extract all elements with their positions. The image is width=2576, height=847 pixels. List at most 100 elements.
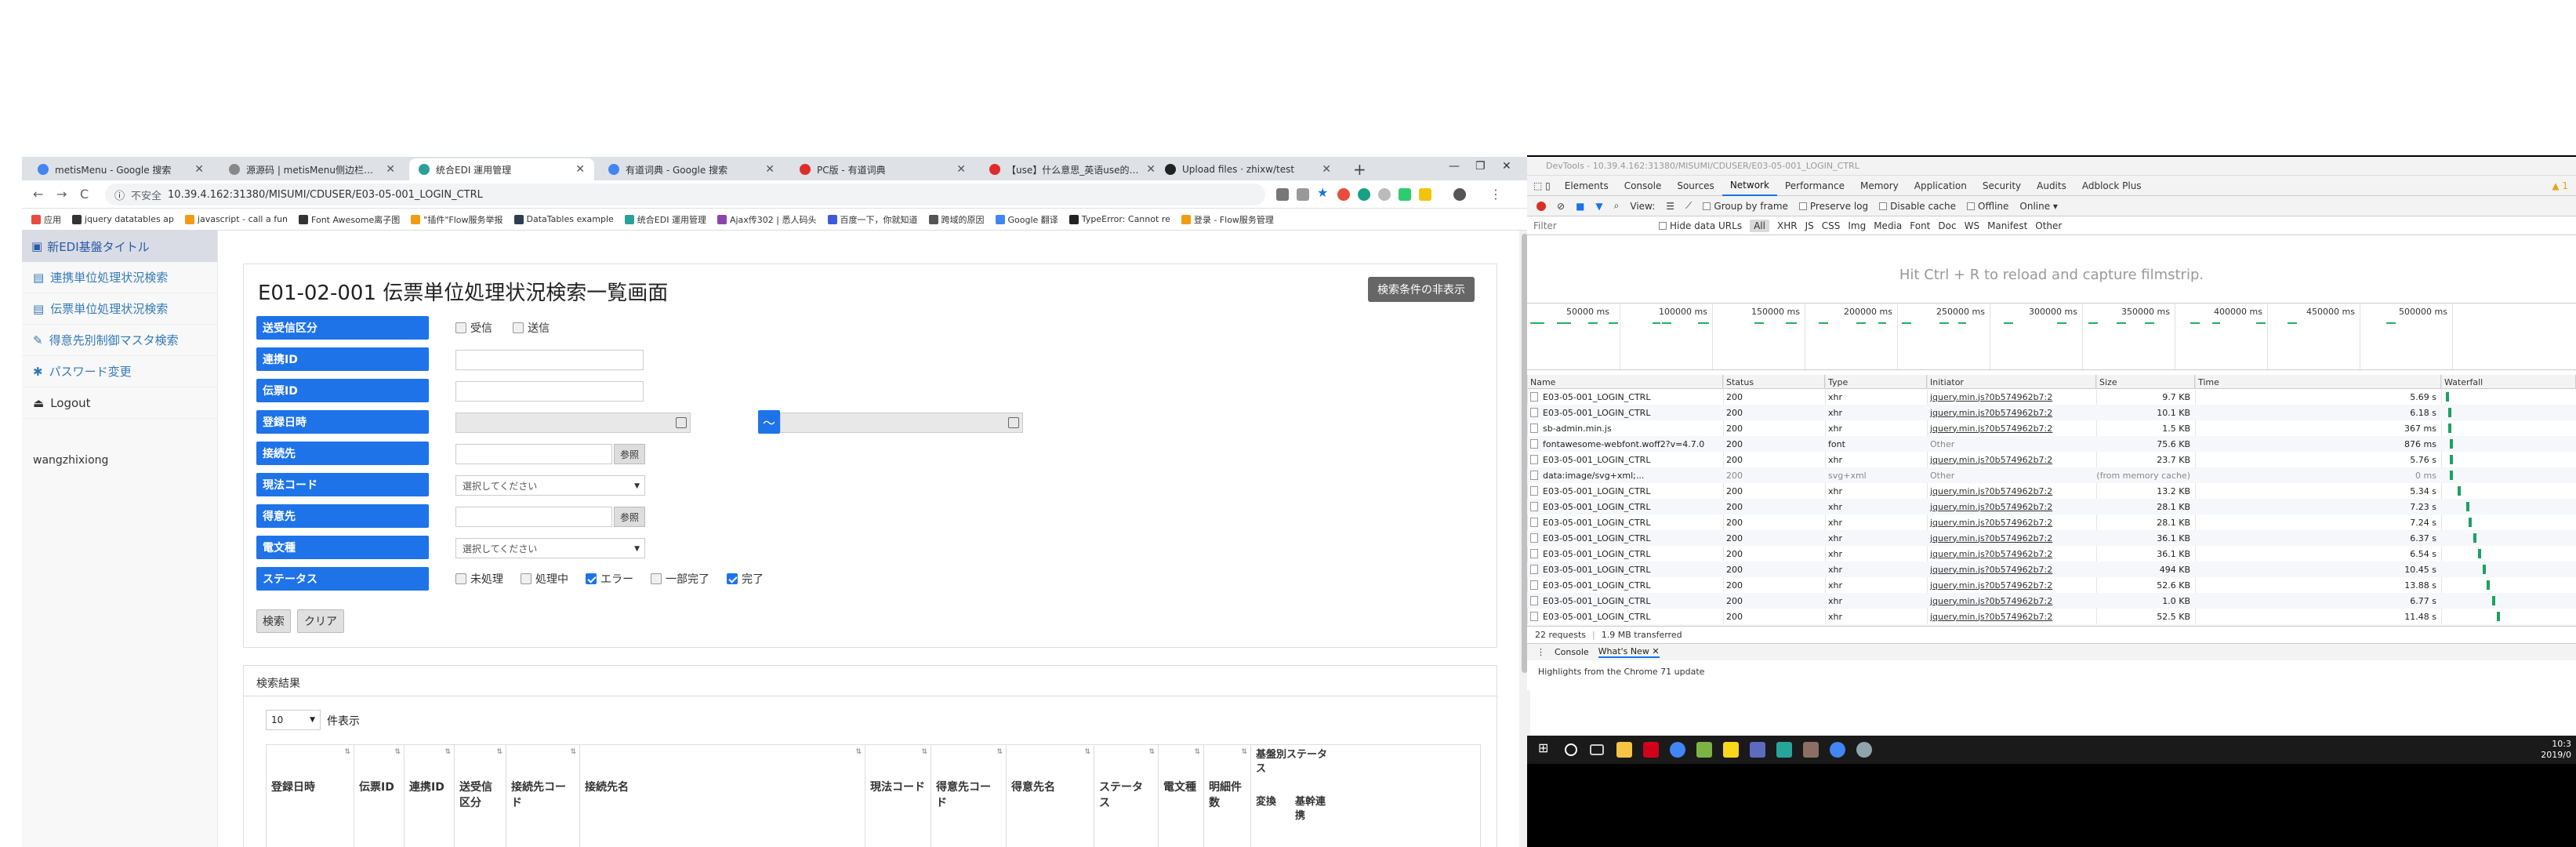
sort-icon[interactable]: ⇅ <box>1194 748 1200 756</box>
throttle-select[interactable]: Online ▾ <box>2019 201 2058 212</box>
network-request-row[interactable]: E03-05-001_LOGIN_CTRL 200 xhr jquery.min.js… <box>1527 530 2576 546</box>
network-request-row[interactable]: E03-05-001_LOGIN_CTRL 200 xhr jquery.min.js… <box>1527 499 2576 514</box>
list-view-icon[interactable]: ☰ <box>1666 201 1674 212</box>
sidebar-item-slip-status[interactable]: ▤ 伝票単位処理状況検索 <box>22 293 217 325</box>
devtools-tab-console[interactable]: Console <box>1616 176 1670 196</box>
url-input[interactable]: ⓘ 不安全 10.39.4.162:31380/MISUMI/CDUSER/E0… <box>105 184 1265 205</box>
sort-icon[interactable]: ⇅ <box>1148 748 1155 756</box>
checkbox-send[interactable]: 送信 <box>513 320 550 336</box>
bookmark-item[interactable]: DataTables example <box>513 214 614 224</box>
close-icon[interactable]: ✕ <box>194 163 204 176</box>
calendar-icon[interactable] <box>676 417 687 428</box>
drawer-menu-icon[interactable]: ⋮ <box>1537 647 1545 657</box>
browser-tab-4[interactable]: PC版 - 有道词典 ✕ <box>790 158 975 180</box>
column-header[interactable]: 現法コード ⇅ <box>865 745 931 847</box>
network-filter-input[interactable]: Filter <box>1533 220 1651 231</box>
bookmark-item[interactable]: TypeError: Cannot re <box>1068 214 1170 224</box>
filter-type-manifest[interactable]: Manifest <box>1987 220 2027 231</box>
preserve-log-checkbox[interactable]: Preserve log <box>1798 201 1868 212</box>
checkbox-box[interactable] <box>455 322 466 333</box>
date-to-input[interactable] <box>780 413 1023 433</box>
close-icon[interactable]: ✕ <box>1322 163 1331 176</box>
page-size-select[interactable]: 10 ▼ <box>266 710 321 730</box>
network-overview[interactable]: 50000 ms 100000 ms 150000 ms 200000 ms 25000… <box>1527 303 2576 371</box>
chrome-icon[interactable] <box>1670 742 1685 758</box>
request-initiator[interactable]: jquery.min.js?0b574962b7:2 <box>1927 609 2096 624</box>
key-icon[interactable] <box>1276 188 1289 201</box>
bookmark-item[interactable]: 登录 - Flow服务管理 <box>1181 213 1274 226</box>
network-column-type[interactable]: Type <box>1825 375 1927 389</box>
network-request-row[interactable]: E03-05-001_LOGIN_CTRL 200 xhr jquery.min.js… <box>1527 405 2576 420</box>
checkbox-box[interactable] <box>1967 202 1976 210</box>
sort-icon[interactable]: ⇅ <box>394 748 401 756</box>
devtools-tab-performance[interactable]: Performance <box>1777 176 1852 196</box>
column-header[interactable]: 明細件数 ⇅ <box>1204 745 1251 847</box>
adblock-icon[interactable] <box>1337 188 1350 201</box>
record-icon[interactable] <box>1537 201 1546 211</box>
close-icon[interactable]: ✕ <box>1146 163 1156 176</box>
checkbox-status-4[interactable]: 完了 <box>727 571 764 587</box>
back-button[interactable]: ← <box>33 187 43 202</box>
checkbox-box[interactable] <box>651 573 662 584</box>
minimize-button[interactable]: — <box>1449 160 1460 173</box>
filter-type-js[interactable]: JS <box>1805 220 1814 231</box>
filter-type-media[interactable]: Media <box>1874 220 1902 231</box>
close-icon[interactable]: ✕ <box>1652 646 1659 656</box>
taskbar-clock[interactable]: 10:3 2019/0 <box>2541 739 2571 761</box>
filter-type-all[interactable]: All <box>1750 219 1769 232</box>
chrome-icon[interactable] <box>1830 742 1845 758</box>
filter-type-other[interactable]: Other <box>2035 220 2062 231</box>
app-icon[interactable] <box>1856 742 1872 758</box>
group-by-frame-checkbox[interactable]: Group by frame <box>1703 201 1788 212</box>
column-header[interactable]: 連携ID ⇅ <box>405 745 455 847</box>
clear-icon[interactable]: ⊘ <box>1557 201 1565 212</box>
network-column-name[interactable]: Name <box>1527 375 1723 389</box>
sub-column-header[interactable]: 変換 <box>1256 795 1287 809</box>
sort-icon[interactable]: ⇅ <box>1084 748 1090 756</box>
column-header[interactable]: 登録日時 ⇅ <box>267 745 354 847</box>
close-icon[interactable]: ✕ <box>765 163 775 176</box>
network-column-waterfall[interactable]: Waterfall <box>2441 375 2576 389</box>
network-request-row[interactable]: E03-05-001_LOGIN_CTRL 200 xhr jquery.min.js… <box>1527 593 2576 609</box>
column-header[interactable]: 電文種 ⇅ <box>1159 745 1204 847</box>
app-icon[interactable] <box>1803 742 1819 758</box>
reload-button[interactable]: C <box>80 187 89 202</box>
customer-ref-button[interactable]: 参照 <box>614 507 645 527</box>
network-request-row[interactable]: sb-admin.min.js 200 xhr jquery.min.js?0b574… <box>1527 420 2576 436</box>
network-request-row[interactable]: E03-05-001_LOGIN_CTRL 200 xhr jquery.min.js… <box>1527 546 2576 562</box>
customer-input[interactable] <box>455 507 612 527</box>
browser-tab-6[interactable]: Upload files · zhixw/test ✕ <box>1156 158 1341 180</box>
devtools-tab-security[interactable]: Security <box>1975 176 2029 196</box>
network-request-row[interactable]: fontawesome-webfont.woff2?v=4.7.0 200 font… <box>1527 436 2576 452</box>
checkbox-status-0[interactable]: 未処理 <box>455 571 503 587</box>
devtools-tab-audits[interactable]: Audits <box>2029 176 2074 196</box>
inspect-icon[interactable]: ⬚ ▯ <box>1527 180 1557 191</box>
checkbox-receive[interactable]: 受信 <box>455 320 492 336</box>
slip-id-input[interactable] <box>455 381 644 402</box>
doc-type-select[interactable]: 選択してください ▼ <box>455 538 645 558</box>
checkbox-box[interactable] <box>586 573 597 584</box>
bookmark-item[interactable]: Font Awesome离子图 <box>299 213 400 226</box>
request-initiator[interactable]: jquery.min.js?0b574962b7:2 <box>1927 562 2096 577</box>
network-request-row[interactable]: E03-05-001_LOGIN_CTRL 200 xhr jquery.min.js… <box>1527 609 2576 624</box>
search-icon[interactable]: ⌕ <box>1614 200 1620 212</box>
sort-icon[interactable]: ⇅ <box>570 748 576 756</box>
filter-type-img[interactable]: Img <box>1848 220 1866 231</box>
request-initiator[interactable]: jquery.min.js?0b574962b7:2 <box>1927 546 2096 562</box>
extension-icon[interactable] <box>1378 188 1391 201</box>
connection-ref-button[interactable]: 参照 <box>614 444 645 464</box>
request-initiator[interactable]: jquery.min.js?0b574962b7:2 <box>1927 452 2096 467</box>
sort-icon[interactable]: ⇅ <box>496 748 503 756</box>
search-icon[interactable] <box>1565 743 1577 756</box>
extension-icon[interactable] <box>1399 188 1411 201</box>
hide-search-conditions-button[interactable]: 検索条件の非表示 <box>1368 277 1475 302</box>
request-initiator[interactable]: jquery.min.js?0b574962b7:2 <box>1927 499 2096 514</box>
filter-type-font[interactable]: Font <box>1910 220 1930 231</box>
app-icon[interactable] <box>1696 742 1712 758</box>
extension-icon[interactable] <box>1358 188 1370 201</box>
checkbox-box[interactable] <box>1703 202 1711 210</box>
filter-type-css[interactable]: CSS <box>1822 220 1841 231</box>
request-initiator[interactable]: jquery.min.js?0b574962b7:2 <box>1927 530 2096 546</box>
request-initiator[interactable]: jquery.min.js?0b574962b7:2 <box>1927 483 2096 499</box>
close-icon[interactable]: ✕ <box>386 163 395 176</box>
